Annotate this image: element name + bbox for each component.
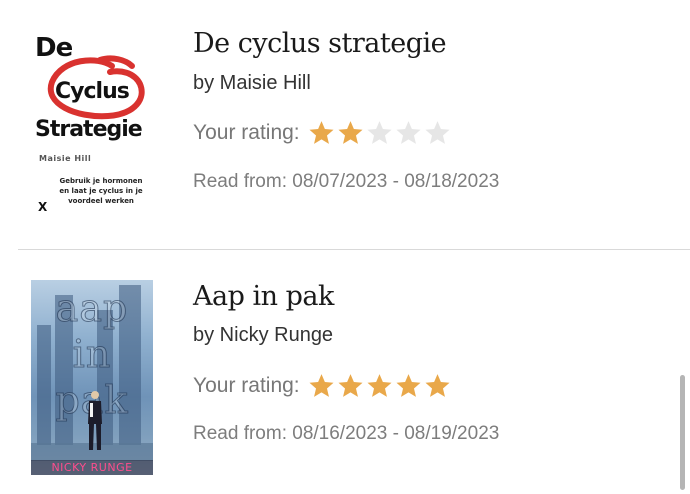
star-filled-icon[interactable] xyxy=(423,372,452,400)
cover-tagline: Gebruik je hormonen en laat je cyclus in… xyxy=(59,177,143,205)
rating-row: Your rating: xyxy=(193,118,452,148)
book-title[interactable]: De cyclus strategie xyxy=(193,28,447,59)
cover-title-word: aap xyxy=(55,286,129,331)
scrollbar[interactable] xyxy=(680,375,685,490)
rating-row: Your rating: xyxy=(193,371,452,401)
book-author[interactable]: by Maisie Hill xyxy=(193,72,311,95)
book-cover[interactable]: aap in pak NICKY RUNGE xyxy=(31,280,153,475)
star-empty-icon[interactable] xyxy=(394,119,423,147)
read-dates: Read from: 08/16/2023 - 08/19/2023 xyxy=(193,423,500,444)
star-filled-icon[interactable] xyxy=(307,372,336,400)
star-rating[interactable] xyxy=(307,372,452,400)
star-filled-icon[interactable] xyxy=(307,119,336,147)
row-divider xyxy=(18,249,690,250)
star-rating[interactable] xyxy=(307,119,452,147)
cover-title-word: in xyxy=(72,332,112,377)
rating-label: Your rating: xyxy=(193,121,300,144)
book-list-item[interactable]: De Cyclus Strategie Maisie Hill Gebruik … xyxy=(0,0,690,250)
cover-title-line: Cyclus xyxy=(55,79,130,104)
cover-author: Maisie Hill xyxy=(39,154,92,163)
book-title[interactable]: Aap in pak xyxy=(193,281,334,312)
person-figure-icon xyxy=(88,391,102,450)
rating-label: Your rating: xyxy=(193,374,300,397)
star-filled-icon[interactable] xyxy=(336,372,365,400)
book-list-item[interactable]: aap in pak NICKY RUNGE Aap in pak by Nic… xyxy=(0,251,690,494)
read-dates: Read from: 08/07/2023 - 08/18/2023 xyxy=(193,171,500,192)
star-filled-icon[interactable] xyxy=(365,372,394,400)
publisher-logo: X xyxy=(38,200,48,212)
star-filled-icon[interactable] xyxy=(394,372,423,400)
star-empty-icon[interactable] xyxy=(423,119,452,147)
star-filled-icon[interactable] xyxy=(336,119,365,147)
book-author[interactable]: by Nicky Runge xyxy=(193,324,333,347)
cover-author: NICKY RUNGE xyxy=(31,460,153,475)
star-empty-icon[interactable] xyxy=(365,119,394,147)
cover-title-line: Strategie xyxy=(35,117,143,142)
book-cover[interactable]: De Cyclus Strategie Maisie Hill Gebruik … xyxy=(28,30,146,212)
